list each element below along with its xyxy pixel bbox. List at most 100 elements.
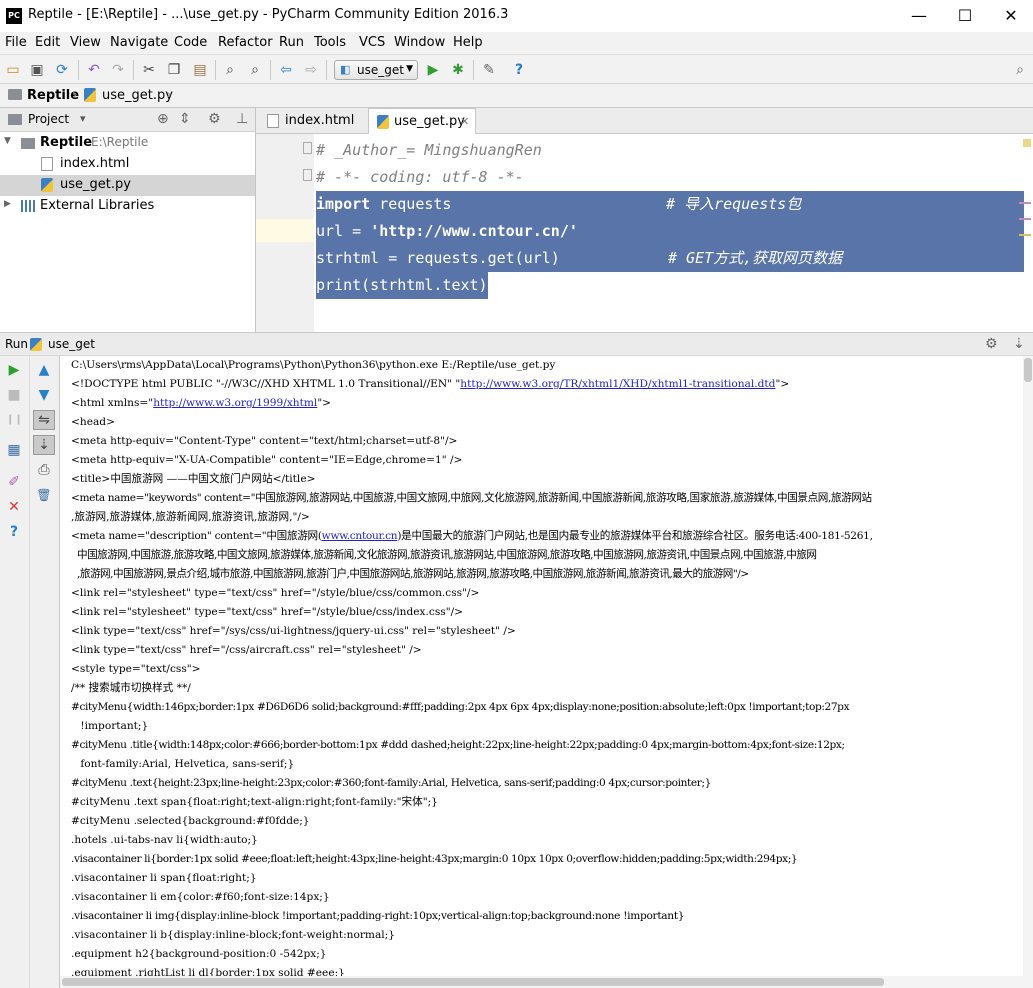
print-icon[interactable]: ⎙ [36, 462, 52, 478]
hide-panel-icon[interactable]: ⇣ [1013, 336, 1025, 352]
copy-icon[interactable]: ❐ [166, 62, 182, 78]
scrollbar-thumb[interactable] [1024, 358, 1032, 382]
hide-panel-icon[interactable]: ⊥ [236, 111, 248, 127]
html-file-icon [41, 157, 53, 171]
paste-icon[interactable]: ▤ [192, 62, 208, 78]
replace-icon[interactable]: ⌕ [247, 62, 263, 78]
title-bar: PC Reptile - [E:\Reptile] - ...\use_get.… [0, 0, 1033, 32]
console-line: <link type="text/css" href="/sys/css/ui-… [71, 625, 516, 637]
settings-icon[interactable]: ✎ [481, 62, 497, 78]
tree-item-index-html[interactable]: index.html [0, 154, 255, 175]
console-link[interactable]: www.cntour.cn [322, 530, 398, 542]
menu-view[interactable]: View [70, 35, 101, 50]
menu-vcs[interactable]: VCS [359, 35, 385, 50]
trash-icon[interactable]: 🗑 [36, 487, 52, 503]
toolbar-separator [215, 60, 216, 80]
chevron-down-icon: ▼ [406, 64, 413, 74]
find-icon[interactable]: ⌕ [222, 62, 238, 78]
menu-tools[interactable]: Tools [314, 35, 346, 50]
chevron-down-icon[interactable]: ▾ [80, 112, 86, 125]
menu-refactor[interactable]: Refactor [218, 35, 273, 50]
save-icon[interactable]: ▣ [29, 62, 45, 78]
run-toolbar-secondary: ▲ ▼ ⇋ ⇣ ⎙ 🗑 [30, 356, 60, 988]
tab-use-get-py[interactable]: use_get.py ✕ [368, 108, 476, 135]
expand-arrow-icon[interactable]: ▼ [4, 136, 11, 146]
fold-marker-icon[interactable] [303, 169, 312, 181]
open-folder-icon[interactable]: ▭ [5, 62, 21, 78]
stop-icon[interactable]: ■ [6, 387, 22, 403]
error-stripe-mark[interactable] [1019, 234, 1031, 236]
run-icon[interactable]: ▶ [425, 62, 441, 78]
maximize-button[interactable]: ☐ [942, 0, 988, 32]
search-everywhere-icon[interactable]: ⌕ [1012, 62, 1028, 78]
run-console-output[interactable]: C:\Users\rms\AppData\Local\Programs\Pyth… [60, 356, 1023, 976]
soft-wrap-icon[interactable]: ⇋ [33, 410, 55, 430]
tree-item-reptile[interactable]: ▼ Reptile E:\Reptile [0, 133, 255, 154]
arrow-up-icon[interactable]: ▲ [36, 362, 52, 378]
tree-item-external-libraries[interactable]: ▶ External Libraries [0, 196, 255, 217]
code-editor[interactable]: # _Author_= MingshuangRen # -*- coding: … [256, 134, 1033, 332]
undo-icon[interactable]: ↶ [86, 62, 102, 78]
keyword: import [316, 195, 371, 213]
project-view-select[interactable]: Project [28, 112, 69, 126]
close-tab-icon[interactable]: ✕ [460, 115, 469, 128]
forward-icon[interactable]: ⇨ [303, 62, 319, 78]
locate-icon[interactable]: ⊕ [157, 111, 169, 127]
menu-file[interactable]: File [5, 35, 27, 50]
console-text: <meta name="description" content="中国旅游网( [71, 530, 322, 542]
arrow-down-icon[interactable]: ▼ [36, 387, 52, 403]
console-line: .hotels .ui-tabs-nav li{width:auto;} [71, 834, 258, 846]
toolbar-separator [270, 60, 271, 80]
console-text: )是中国最大的旅游门户网站,也是国内最专业的旅游媒体平台和旅游综合社区。服务电话… [397, 530, 873, 542]
close-run-icon[interactable]: ✕ [6, 499, 22, 515]
code-line-4: url = 'http://www.cntour.cn/' [316, 218, 578, 245]
synchronize-icon[interactable]: ⟳ [54, 62, 70, 78]
menu-code[interactable]: Code [174, 35, 207, 50]
run-configuration-select[interactable]: ◧ use_get ▼ [334, 60, 418, 80]
pause-icon[interactable]: ❙❙ [6, 412, 23, 428]
cut-icon[interactable]: ✂ [141, 62, 157, 78]
editor-tab-bar: index.html use_get.py ✕ [256, 108, 1033, 135]
console-vertical-scrollbar[interactable] [1023, 356, 1033, 988]
console-line: <meta name="description" content="中国旅游网(… [71, 527, 873, 546]
help-icon[interactable]: ? [6, 524, 22, 540]
restore-layout-icon[interactable]: ▦ [6, 442, 22, 458]
menu-run[interactable]: Run [279, 35, 304, 50]
pin-tab-icon[interactable]: ✐ [6, 474, 22, 490]
close-window-button[interactable]: ✕ [988, 0, 1033, 32]
redo-icon[interactable]: ↷ [110, 62, 126, 78]
console-link[interactable]: http://www.w3.org/1999/xhtml [153, 397, 317, 409]
scrollbar-thumb[interactable] [62, 978, 884, 986]
collapse-all-icon[interactable]: ⇕ [179, 111, 191, 127]
menu-window[interactable]: Window [394, 35, 445, 50]
error-stripe-mark[interactable] [1019, 218, 1031, 220]
breadcrumb-file[interactable]: use_get.py [102, 88, 173, 103]
breadcrumb: Reptile › use_get.py › [0, 84, 1033, 108]
scroll-to-end-icon[interactable]: ⇣ [33, 435, 55, 455]
console-line: .equipment .rightList li dl{border:1px s… [71, 967, 345, 976]
rerun-icon[interactable]: ▶ [6, 362, 22, 378]
console-line: #cityMenu .text{height:23px;line-height:… [71, 777, 711, 789]
inspection-status-icon[interactable] [1023, 139, 1031, 147]
debug-icon[interactable]: ✱ [450, 62, 466, 78]
console-line: /** 搜索城市切换样式 **/ [71, 682, 191, 694]
console-horizontal-scrollbar[interactable] [60, 976, 1023, 988]
minimize-button[interactable]: — [896, 0, 942, 32]
menu-help[interactable]: Help [453, 35, 483, 50]
console-line: .equipment h2{background-position:0 -542… [71, 948, 327, 960]
python-file-icon [377, 115, 389, 129]
fold-marker-icon[interactable] [303, 142, 312, 154]
console-link[interactable]: http://www.w3.org/TR/xhtml1/XHD/xhtml1-t… [460, 378, 775, 390]
menu-navigate[interactable]: Navigate [110, 35, 168, 50]
help-icon[interactable]: ? [511, 62, 527, 78]
expand-arrow-icon[interactable]: ▶ [4, 199, 11, 209]
run-tab-label[interactable]: use_get [48, 337, 95, 351]
error-stripe-mark[interactable] [1019, 202, 1031, 204]
menu-edit[interactable]: Edit [35, 35, 60, 50]
gear-icon[interactable]: ⚙ [985, 336, 998, 352]
gear-icon[interactable]: ⚙ [208, 111, 221, 127]
back-icon[interactable]: ⇦ [278, 62, 294, 78]
code-comment: # 导入requests包 [666, 195, 802, 213]
tab-index-html[interactable]: index.html [258, 108, 374, 134]
tree-item-use-get-py[interactable]: use_get.py [0, 175, 255, 196]
